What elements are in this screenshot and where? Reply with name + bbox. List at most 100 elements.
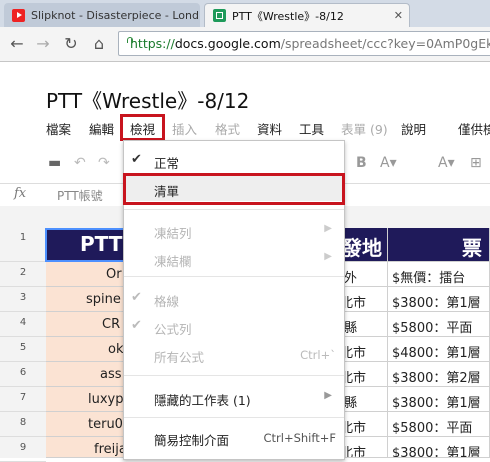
- menu-separator: [124, 375, 344, 376]
- url-scheme: https://: [130, 36, 175, 51]
- cell-D[interactable]: $5800：平面: [388, 412, 490, 437]
- print-icon[interactable]: ▬: [48, 155, 61, 171]
- checkmark-icon: ✔: [131, 290, 142, 305]
- row-headers: 1 2 3 4 5 6 7 8 9: [0, 228, 47, 462]
- address-bar[interactable]: https:// docs.google.com /spreadsheet/cc…: [118, 31, 490, 56]
- cell-A[interactable]: spine: [46, 287, 126, 312]
- menu-item-label: 公式列: [154, 322, 192, 337]
- close-icon[interactable]: ✕: [394, 9, 403, 22]
- cell-D[interactable]: $3800：第1層: [388, 387, 490, 412]
- cell-C[interactable]: 縣: [340, 387, 388, 412]
- bold-icon[interactable]: B: [356, 155, 367, 171]
- menu-view-highlight: [120, 114, 165, 141]
- checkmark-icon: ✔: [131, 318, 142, 333]
- text-color-icon[interactable]: A▾: [380, 155, 397, 171]
- youtube-icon: [12, 8, 25, 22]
- row-header[interactable]: 3: [0, 287, 46, 312]
- undo-icon[interactable]: ↶: [74, 155, 86, 171]
- menu-item-shortcut: Ctrl+`: [300, 348, 336, 362]
- menu-format[interactable]: 格式: [215, 119, 240, 138]
- back-icon[interactable]: ←: [8, 34, 26, 53]
- cell-D1[interactable]: 票: [388, 228, 490, 262]
- menu-tools[interactable]: 工具: [299, 119, 324, 138]
- row-header[interactable]: 2: [0, 262, 46, 287]
- menu-item-label: 隱藏的工作表 (1): [154, 393, 251, 408]
- menu-item-formula-bar[interactable]: ✔ 公式列: [124, 313, 344, 339]
- menu-separator: [124, 417, 344, 418]
- menu-form[interactable]: 表單 (9): [341, 119, 388, 138]
- fx-icon: fx: [14, 186, 27, 201]
- cell-D[interactable]: $4800：第1層: [388, 337, 490, 362]
- cell-A[interactable]: freija: [46, 437, 126, 458]
- menu-file[interactable]: 檔案: [46, 119, 71, 138]
- menu-separator: [124, 276, 344, 277]
- cell-C[interactable]: 北市: [340, 437, 388, 458]
- menu-item-label: 正常: [154, 156, 180, 171]
- menu-item-freeze-columns[interactable]: 凍結欄 ▶: [124, 245, 344, 271]
- selected-cell-outline: [45, 228, 125, 262]
- tab-title: Slipknot - Disasterpiece - Lond: [31, 8, 199, 22]
- menu-separator: [124, 209, 344, 210]
- home-icon[interactable]: ⌂: [90, 34, 108, 53]
- row-header-1[interactable]: 1: [0, 228, 46, 262]
- cell-A[interactable]: teru0: [46, 412, 126, 437]
- submenu-arrow-icon: ▶: [324, 390, 332, 401]
- menu-item-label: 所有公式: [154, 350, 205, 365]
- view-only-label: 僅供檢: [458, 122, 490, 137]
- cell-D[interactable]: $無價：擂台: [388, 262, 490, 287]
- menu-item-normal[interactable]: ✔ 正常: [124, 147, 344, 173]
- cell-C[interactable]: 北市: [340, 287, 388, 312]
- menu-bar: 檔案 編輯 檢視 插入 格式 資料 工具 表單 (9) 說明 僅供檢: [0, 116, 490, 138]
- reload-icon[interactable]: ↻: [62, 34, 80, 53]
- document-title[interactable]: PTT《Wrestle》-8/12: [46, 85, 249, 114]
- fill-color-icon[interactable]: A▾: [438, 155, 455, 171]
- forward-icon[interactable]: →: [34, 34, 52, 53]
- cell-C[interactable]: 北市: [340, 412, 388, 437]
- menu-item-compact-controls[interactable]: 簡易控制介面 Ctrl+Shift+F: [124, 424, 344, 450]
- row-header[interactable]: 9: [0, 437, 46, 462]
- menu-item-label: 簡易控制介面: [154, 433, 230, 448]
- cell-A[interactable]: Or: [46, 262, 126, 287]
- submenu-arrow-icon: ▶: [324, 251, 332, 262]
- menu-insert[interactable]: 插入: [172, 119, 197, 138]
- cell-A[interactable]: CR: [46, 312, 126, 337]
- url-host: docs.google.com: [174, 36, 281, 51]
- row-header[interactable]: 7: [0, 387, 46, 412]
- menu-item-label: 格線: [154, 294, 180, 309]
- menu-data[interactable]: 資料: [257, 119, 282, 138]
- row-header[interactable]: 8: [0, 412, 46, 437]
- row-header[interactable]: 4: [0, 312, 46, 337]
- menu-item-shortcut: Ctrl+Shift+F: [263, 431, 337, 445]
- url-path: /spreadsheet/ccc?key=0AmP0gEkTV8: [280, 36, 490, 51]
- browser-tab-strip: Slipknot - Disasterpiece - Lond PTT《Wres…: [0, 0, 490, 27]
- row-header[interactable]: 6: [0, 362, 46, 387]
- menu-item-hidden-sheets[interactable]: 隱藏的工作表 (1) ▶: [124, 384, 344, 410]
- menu-item-all-formulas[interactable]: 所有公式 Ctrl+`: [124, 341, 344, 367]
- menu-item-label: 凍結列: [154, 226, 192, 241]
- borders-icon[interactable]: ⊞: [470, 155, 482, 171]
- menu-item-gridlines[interactable]: ✔ 格線: [124, 285, 344, 311]
- cell-A[interactable]: luxyp: [46, 387, 126, 412]
- menu-help[interactable]: 說明: [401, 119, 426, 138]
- cell-C[interactable]: 縣: [340, 312, 388, 337]
- cell-A[interactable]: ok: [46, 337, 126, 362]
- row-header[interactable]: 5: [0, 337, 46, 362]
- menu-edit[interactable]: 編輯: [89, 119, 114, 138]
- cell-D[interactable]: $3800：第2層: [388, 362, 490, 387]
- menu-item-label: 凍結欄: [154, 254, 192, 269]
- cell-A[interactable]: ass: [46, 362, 126, 387]
- cell-C[interactable]: 外: [340, 262, 388, 287]
- submenu-arrow-icon: ▶: [324, 223, 332, 234]
- sheets-icon: [213, 9, 226, 22]
- cell-D[interactable]: $3800：第1層: [388, 287, 490, 312]
- formula-input[interactable]: PTT帳號: [57, 187, 103, 204]
- browser-toolbar: ← → ↻ ⌂ https:// docs.google.com /spread…: [0, 27, 490, 62]
- cell-C[interactable]: 北市: [340, 337, 388, 362]
- menu-item-freeze-rows[interactable]: 凍結列 ▶: [124, 217, 344, 243]
- cell-D[interactable]: $3800：第1層: [388, 437, 490, 458]
- tab-spreadsheet[interactable]: PTT《Wrestle》-8/12 ✕: [204, 3, 410, 27]
- redo-icon[interactable]: ↷: [98, 155, 110, 171]
- cell-D[interactable]: $5800：平面: [388, 312, 490, 337]
- tab-youtube[interactable]: Slipknot - Disasterpiece - Lond: [4, 3, 200, 27]
- cell-C[interactable]: 北市: [340, 362, 388, 387]
